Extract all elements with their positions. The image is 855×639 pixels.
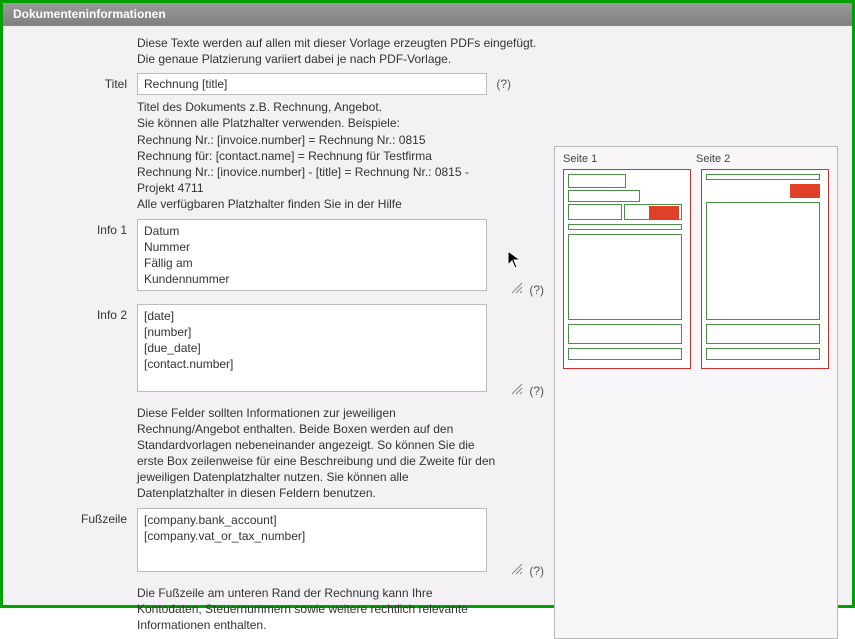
preview-block <box>706 324 820 344</box>
preview-block <box>568 234 682 320</box>
preview-block-highlight <box>649 206 679 220</box>
title-input[interactable] <box>137 73 487 95</box>
help-title-line: Sie können alle Platzhalter verwenden. B… <box>137 115 497 131</box>
resize-handle-icon[interactable] <box>510 382 524 396</box>
help-footer: Die Fußzeile am unteren Rand der Rechnun… <box>137 585 497 634</box>
preview-block <box>568 190 640 202</box>
preview-block-highlight <box>790 184 820 198</box>
help-icon[interactable]: (?) <box>529 283 544 297</box>
label-footer: Fußzeile <box>17 508 137 526</box>
preview-panel: Seite 1 Seite 2 <box>554 146 838 639</box>
field-wrap-info2: (?) <box>137 304 542 395</box>
preview-block <box>568 224 682 230</box>
preview-block <box>706 174 820 180</box>
preview-block <box>568 324 682 344</box>
help-icon[interactable]: (?) <box>529 384 544 398</box>
row-title: Titel (?) <box>17 73 542 95</box>
info1-textarea[interactable] <box>137 219 487 291</box>
intro-text: Diese Texte werden auf allen mit dieser … <box>137 36 542 67</box>
content-area: Diese Texte werden auf allen mit dieser … <box>3 26 852 639</box>
label-info2: Info 2 <box>17 304 137 322</box>
footer-textarea[interactable] <box>137 508 487 572</box>
preview-page-2 <box>701 169 829 369</box>
preview-labels: Seite 1 Seite 2 <box>563 153 829 165</box>
help-title-line: Rechnung Nr.: [inovice.number] - [title]… <box>137 164 497 196</box>
label-title: Titel <box>17 73 137 91</box>
row-info2: Info 2 (?) <box>17 304 542 395</box>
form-column: Diese Texte werden auf allen mit dieser … <box>17 36 542 639</box>
field-wrap-footer: (?) <box>137 508 542 575</box>
help-title-line: Alle verfügbaren Platzhalter finden Sie … <box>137 196 497 212</box>
app-frame: Dokumenteninformationen Diese Texte werd… <box>0 0 855 608</box>
preview-page-1 <box>563 169 691 369</box>
help-icon[interactable]: (?) <box>496 77 511 91</box>
help-icon[interactable]: (?) <box>529 564 544 578</box>
panel-title: Dokumenteninformationen <box>13 7 166 21</box>
field-wrap-info1: (?) <box>137 219 542 294</box>
help-title: Titel des Dokuments z.B. Rechnung, Angeb… <box>137 99 497 212</box>
preview-block <box>568 348 682 360</box>
help-title-line: Rechnung Nr.: [invoice.number] = Rechnun… <box>137 132 497 148</box>
preview-pages <box>563 169 829 369</box>
row-footer: Fußzeile (?) <box>17 508 542 575</box>
resize-handle-icon[interactable] <box>510 281 524 295</box>
help-info: Diese Felder sollten Informationen zur j… <box>137 405 497 502</box>
label-info1: Info 1 <box>17 219 137 237</box>
preview-block <box>568 174 626 188</box>
resize-handle-icon[interactable] <box>510 562 524 576</box>
preview-label-page2: Seite 2 <box>696 153 829 165</box>
info2-textarea[interactable] <box>137 304 487 392</box>
help-title-line: Rechnung für: [contact.name] = Rechnung … <box>137 148 497 164</box>
preview-label-page1: Seite 1 <box>563 153 696 165</box>
preview-block <box>706 348 820 360</box>
panel-header: Dokumenteninformationen <box>3 3 852 26</box>
preview-block <box>706 202 820 320</box>
preview-block <box>568 204 622 220</box>
row-info1: Info 1 (?) <box>17 219 542 294</box>
field-wrap-title: (?) <box>137 73 542 95</box>
help-title-line: Titel des Dokuments z.B. Rechnung, Angeb… <box>137 99 497 115</box>
